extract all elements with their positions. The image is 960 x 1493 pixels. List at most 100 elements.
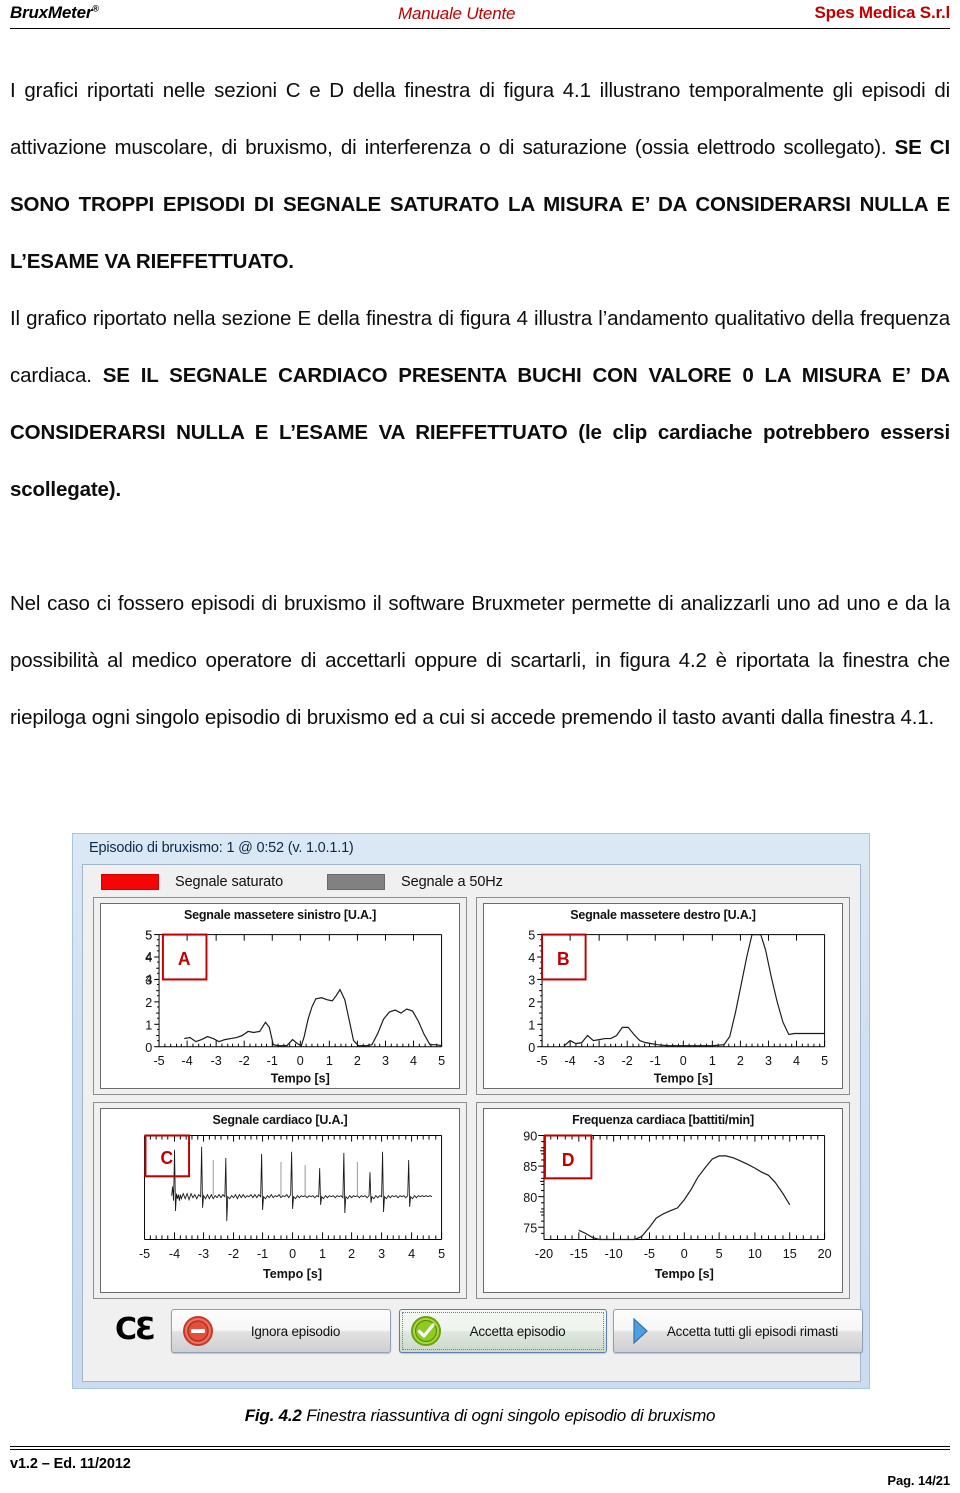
svg-text:75: 75 (523, 1220, 537, 1235)
paragraph-3: Nel caso ci fossero episodi di bruxismo … (10, 592, 950, 729)
chart-grid: Segnale massetere sinistro [U.A.] 544 5 … (93, 897, 850, 1299)
window-title: Episodio di bruxismo: 1 @ 0:52 (v. 1.0.1… (89, 840, 354, 856)
svg-text:C: C (161, 1147, 174, 1168)
svg-text:2: 2 (354, 1053, 361, 1068)
application-window: Episodio di bruxismo: 1 @ 0:52 (v. 1.0.1… (72, 833, 870, 1389)
chart-panel-d: Frequenza cardiaca [battiti/min] 90 85 8… (476, 1101, 850, 1299)
svg-text:5: 5 (145, 927, 152, 942)
svg-text:-20: -20 (535, 1245, 553, 1260)
svg-text:0: 0 (681, 1245, 688, 1260)
accept-all-remaining-label: Accetta tutti gli episodi rimasti (666, 1323, 839, 1339)
paragraph-2-emphasis: SE IL SEGNALE CARDIACO PRESENTA BUCHI CO… (10, 364, 950, 501)
legend: Segnale saturato Segnale a 50Hz (101, 871, 547, 893)
svg-text:80: 80 (523, 1189, 537, 1204)
footer-version: v1.2 – Ed. 11/2012 (10, 1456, 131, 1472)
chart-panel-b: Segnale massetere destro [U.A.] 543 210 (476, 897, 850, 1095)
check-circle-icon (411, 1316, 441, 1346)
figure-caption-text: Finestra riassuntiva di ogni singolo epi… (301, 1406, 716, 1425)
svg-text:-2: -2 (622, 1053, 633, 1068)
chart-panel-c-svg: -5 -4 -3 -2 -1 0 123 45 Tempo [s] C (139, 1133, 445, 1281)
legend-label-saturated: Segnale saturato (175, 874, 284, 890)
paragraph-1: I grafici riportati nelle sezioni C e D … (10, 62, 950, 290)
svg-text:5: 5 (438, 1053, 445, 1068)
accept-all-remaining-button[interactable]: Accetta tutti gli episodi rimasti (613, 1309, 863, 1353)
svg-text:1: 1 (326, 1053, 333, 1068)
svg-text:90: 90 (523, 1128, 537, 1143)
ignore-episode-button[interactable]: Ignora episodio (171, 1309, 391, 1353)
header-divider (10, 28, 950, 29)
header-document-title: Manuale Utente (398, 4, 516, 23)
svg-text:85: 85 (523, 1158, 537, 1173)
document-body: I grafici riportati nelle sezioni C e D … (10, 62, 950, 746)
svg-text:-10: -10 (605, 1245, 623, 1260)
footer-divider (10, 1446, 950, 1450)
svg-text:4: 4 (528, 950, 535, 965)
svg-text:Tempo [s]: Tempo [s] (263, 1265, 322, 1280)
svg-text:2: 2 (528, 995, 535, 1010)
svg-text:-15: -15 (570, 1245, 588, 1260)
svg-text:-3: -3 (594, 1053, 605, 1068)
svg-text:3: 3 (382, 1053, 389, 1068)
svg-text:1: 1 (319, 1245, 326, 1260)
svg-text:-1: -1 (257, 1245, 268, 1260)
chart-panel-c-plot: Segnale cardiaco [U.A.] -5 -4 -3 -2 -1 0… (100, 1107, 460, 1293)
svg-text:1: 1 (709, 1053, 716, 1068)
svg-text:10: 10 (748, 1245, 762, 1260)
svg-text:0: 0 (528, 1040, 535, 1055)
svg-text:20: 20 (818, 1245, 832, 1260)
svg-text:4: 4 (408, 1245, 415, 1260)
figure-screenshot: Episodio di bruxismo: 1 @ 0:52 (v. 1.0.1… (72, 833, 870, 1389)
svg-text:0: 0 (680, 1053, 687, 1068)
svg-text:-4: -4 (182, 1053, 193, 1068)
svg-text:A: A (178, 949, 191, 970)
accept-episode-button[interactable]: Accetta episodio (399, 1309, 607, 1353)
svg-text:-5: -5 (644, 1245, 655, 1260)
svg-text:3: 3 (378, 1245, 385, 1260)
svg-text:Tempo [s]: Tempo [s] (271, 1070, 330, 1085)
svg-text:-4: -4 (565, 1053, 576, 1068)
svg-text:0: 0 (145, 1040, 152, 1055)
header-company-name: Spes Medica S.r.l (814, 3, 951, 22)
chart-panel-d-svg: 90 85 80 75 -20 -15 -10 -5 0 5 10 15 20 … (523, 1128, 832, 1281)
svg-text:-5: -5 (139, 1245, 150, 1260)
svg-text:-1: -1 (650, 1053, 661, 1068)
paragraph-1-normal: I grafici riportati nelle sezioni C e D … (10, 79, 950, 159)
svg-text:2: 2 (145, 995, 152, 1010)
svg-text:0: 0 (297, 1053, 304, 1068)
svg-text:-2: -2 (239, 1053, 250, 1068)
svg-text:2: 2 (348, 1245, 355, 1260)
svg-text:-1: -1 (267, 1053, 278, 1068)
window-client-area: Segnale saturato Segnale a 50Hz Segnale … (82, 864, 863, 1382)
svg-text:D: D (562, 1149, 575, 1170)
chart-panel-c: Segnale cardiaco [U.A.] -5 -4 -3 -2 -1 0… (93, 1101, 467, 1299)
legend-swatch-50hz (327, 874, 386, 890)
footer-page-number: Pag. 14/21 (887, 1473, 950, 1488)
minus-circle-icon (183, 1316, 213, 1346)
svg-text:2: 2 (737, 1053, 744, 1068)
ignore-episode-label: Ignora episodio (250, 1323, 341, 1339)
svg-text:5: 5 (716, 1245, 723, 1260)
svg-text:15: 15 (783, 1245, 797, 1260)
chart-panel-a-plot: Segnale massetere sinistro [U.A.] 544 5 … (100, 903, 460, 1089)
svg-text:5: 5 (528, 927, 535, 942)
svg-text:5: 5 (821, 1053, 828, 1068)
svg-text:-3: -3 (198, 1245, 209, 1260)
svg-text:-5: -5 (153, 1053, 164, 1068)
svg-text:5: 5 (438, 1245, 445, 1260)
svg-text:-5: -5 (536, 1053, 547, 1068)
chart-panel-b-plot: Segnale massetere destro [U.A.] 543 210 (483, 903, 843, 1089)
svg-text:0: 0 (289, 1245, 296, 1260)
chart-panel-a: Segnale massetere sinistro [U.A.] 544 5 … (93, 897, 467, 1095)
svg-text:4: 4 (410, 1053, 417, 1068)
svg-text:1: 1 (145, 1017, 152, 1032)
svg-text:-3: -3 (211, 1053, 222, 1068)
action-button-bar: CƐ Ignora episodio Accetta episodio Acce… (93, 1303, 863, 1371)
svg-text:3: 3 (528, 972, 535, 987)
svg-text:4: 4 (145, 950, 152, 965)
figure-caption: Fig. 4.2 Finestra riassuntiva di ogni si… (10, 1406, 950, 1426)
legend-label-50hz: Segnale a 50Hz (401, 874, 503, 890)
chart-panel-a-svg: 544 5 4 3 2 1 0 -5 -4 -3 -2 -1 0 1 2 3 4… (145, 927, 445, 1085)
ce-mark-icon: CƐ (115, 1312, 156, 1347)
svg-text:3: 3 (145, 972, 152, 987)
